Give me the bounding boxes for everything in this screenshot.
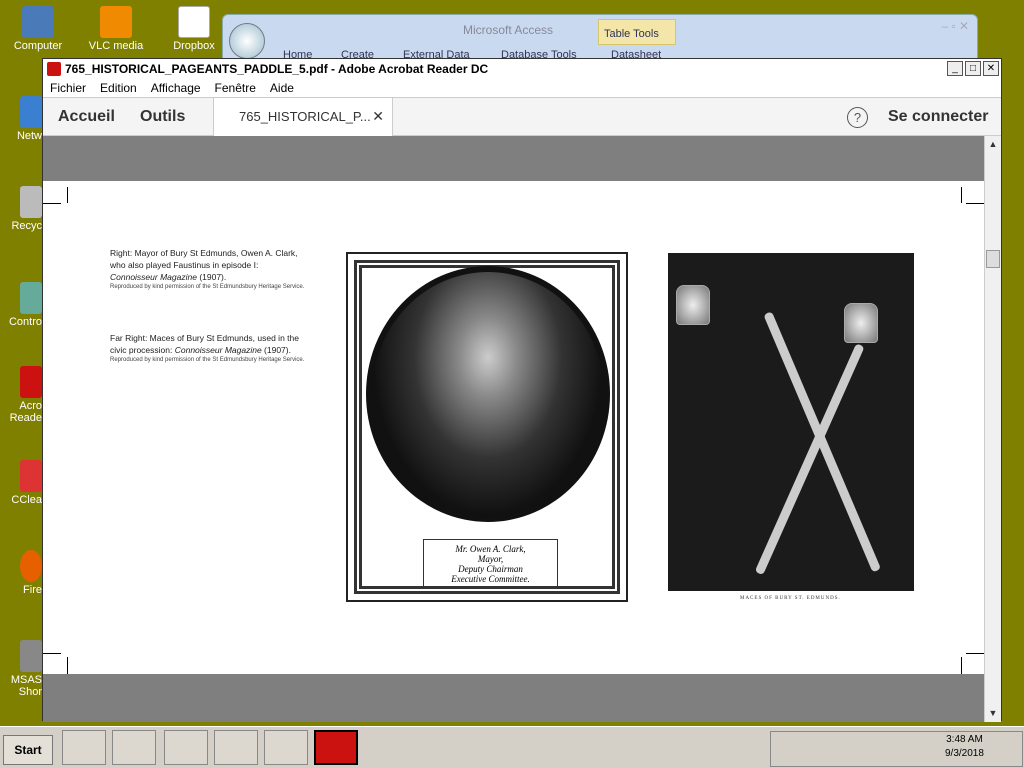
system-tray[interactable]: [770, 731, 1023, 767]
menu-aide[interactable]: Aide: [263, 81, 301, 95]
taskbar-word-icon[interactable]: [164, 730, 208, 765]
crop-mark: [43, 653, 61, 654]
desktop-icon-control[interactable]: Contro: [2, 282, 42, 328]
clock[interactable]: 3:48 AM 9/3/2018: [945, 733, 984, 761]
desktop-icon-msas[interactable]: MSAS Shor: [6, 640, 42, 698]
control-panel-icon: [20, 282, 42, 314]
taskbar-firefox-icon[interactable]: [214, 730, 258, 765]
firefox-icon: [20, 550, 42, 582]
crop-mark: [961, 187, 962, 203]
crop-mark: [43, 203, 61, 204]
office-button[interactable]: [229, 23, 265, 59]
maces-photo: [668, 253, 914, 591]
taskbar-access-icon[interactable]: [112, 730, 156, 765]
desktop-icon-vlc[interactable]: VLC media: [84, 6, 148, 52]
window-controls: _ □ ✕: [947, 61, 999, 76]
desktop-icon-dropbox[interactable]: Dropbox: [162, 6, 226, 52]
computer-icon: [22, 6, 54, 38]
maximize-button[interactable]: □: [965, 61, 981, 76]
acrobat-titlebar: 765_HISTORICAL_PAGEANTS_PADDLE_5.pdf - A…: [43, 59, 1001, 79]
desktop-icon-computer[interactable]: Computer: [6, 6, 70, 52]
desktop-icon-firefox[interactable]: Fire: [6, 550, 42, 596]
crop-mark: [966, 653, 986, 654]
table-tools-tab[interactable]: Table Tools: [598, 19, 676, 45]
menu-affichage[interactable]: Affichage: [144, 81, 208, 95]
vlc-icon: [100, 6, 132, 38]
menu-bar: Fichier Edition Affichage Fenêtre Aide: [43, 79, 1001, 98]
crop-mark: [67, 187, 68, 203]
scroll-up-icon[interactable]: ▲: [985, 136, 1001, 153]
menu-edition[interactable]: Edition: [93, 81, 144, 95]
portrait-oval: [366, 266, 610, 522]
nav-home[interactable]: Accueil: [58, 108, 115, 126]
document-viewer[interactable]: Right: Mayor of Bury St Edmunds, Owen A.…: [43, 136, 986, 722]
taskbar: Start 3:48 AM 9/3/2018: [0, 726, 1024, 768]
taskbar-acrobat-icon[interactable]: [314, 730, 358, 765]
mayor-portrait: Mr. Owen A. Clark, Mayor, Deputy Chairma…: [346, 252, 628, 602]
access-window-controls[interactable]: – ▫ ✕: [941, 19, 969, 33]
help-icon[interactable]: ?: [847, 107, 868, 128]
menu-fenetre[interactable]: Fenêtre: [208, 81, 263, 95]
crop-mark: [961, 657, 962, 674]
login-button[interactable]: Se connecter: [888, 108, 988, 126]
access-title: Microsoft Access: [463, 23, 554, 37]
start-button[interactable]: Start: [3, 735, 53, 765]
document-tab[interactable]: 765_HISTORICAL_P... ✕: [213, 98, 393, 136]
ccleaner-icon: [20, 460, 42, 492]
mace-shaft: [754, 343, 865, 576]
recycle-bin-icon: [20, 186, 42, 218]
pdf-icon: [47, 62, 61, 76]
msas-icon: [20, 640, 42, 672]
scroll-thumb[interactable]: [986, 250, 1000, 268]
menu-fichier[interactable]: Fichier: [43, 81, 93, 95]
desktop-icon-network[interactable]: Netw: [6, 96, 42, 142]
taskbar-vlc-icon[interactable]: [264, 730, 308, 765]
network-icon: [20, 96, 42, 128]
portrait-plate: Mr. Owen A. Clark, Mayor, Deputy Chairma…: [423, 539, 558, 587]
acrobat-window: 765_HISTORICAL_PAGEANTS_PADDLE_5.pdf - A…: [42, 58, 1002, 722]
mace-head: [676, 285, 710, 325]
scroll-down-icon[interactable]: ▼: [985, 705, 1001, 722]
desktop-icon-recycle[interactable]: Recyc: [6, 186, 42, 232]
caption-maces: Far Right: Maces of Bury St Edmunds, use…: [110, 333, 305, 363]
nav-tools[interactable]: Outils: [140, 108, 185, 126]
caption-mayor: Right: Mayor of Bury St Edmunds, Owen A.…: [110, 248, 305, 290]
crop-mark: [67, 657, 68, 674]
crop-mark: [966, 203, 986, 204]
mace-head: [844, 303, 878, 343]
vertical-scrollbar[interactable]: ▲ ▼: [984, 136, 1001, 722]
acrobat-toolbar: Accueil Outils 765_HISTORICAL_P... ✕ ? S…: [43, 98, 1001, 136]
pdf-page: Right: Mayor of Bury St Edmunds, Owen A.…: [43, 181, 986, 674]
desktop-icon-acrobat[interactable]: Acro Reade: [6, 366, 42, 424]
document-tab-label: 765_HISTORICAL_P...: [239, 109, 371, 124]
close-button[interactable]: ✕: [983, 61, 999, 76]
minimize-button[interactable]: _: [947, 61, 963, 76]
close-tab-icon[interactable]: ✕: [372, 108, 384, 125]
desktop-icon-ccleaner[interactable]: CClea: [6, 460, 42, 506]
maces-caption: MACES OF BURY ST. EDMUNDS.: [740, 596, 841, 601]
dropbox-icon: [178, 6, 210, 38]
window-title: 765_HISTORICAL_PAGEANTS_PADDLE_5.pdf - A…: [65, 62, 489, 76]
acrobat-icon: [20, 366, 42, 398]
taskbar-explorer-icon[interactable]: [62, 730, 106, 765]
